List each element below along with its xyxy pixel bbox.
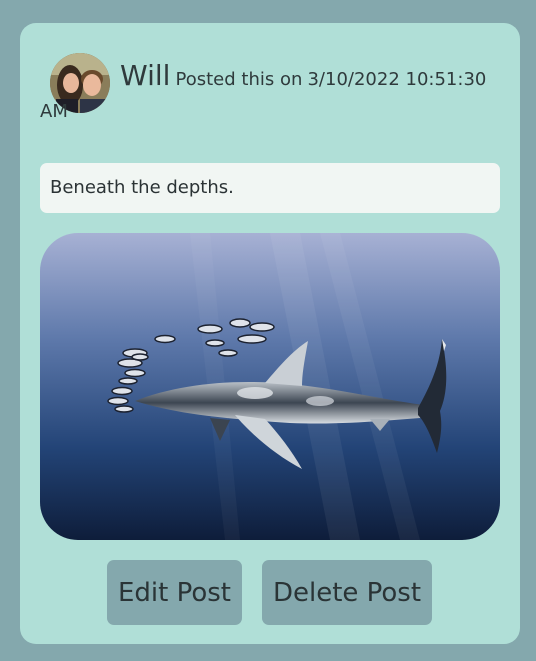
post-header: Will Posted this on 3/10/2022 10:51:30 A…: [40, 60, 502, 128]
post-text: Beneath the depths.: [40, 163, 500, 213]
post-image: [40, 233, 500, 540]
delete-post-button[interactable]: Delete Post: [262, 560, 432, 625]
posted-prefix: Posted this on: [175, 69, 303, 90]
post-card: Will Posted this on 3/10/2022 10:51:30 A…: [20, 23, 520, 644]
username[interactable]: Will: [120, 59, 170, 92]
shark-photo: [40, 233, 500, 540]
edit-post-button[interactable]: Edit Post: [107, 560, 242, 625]
